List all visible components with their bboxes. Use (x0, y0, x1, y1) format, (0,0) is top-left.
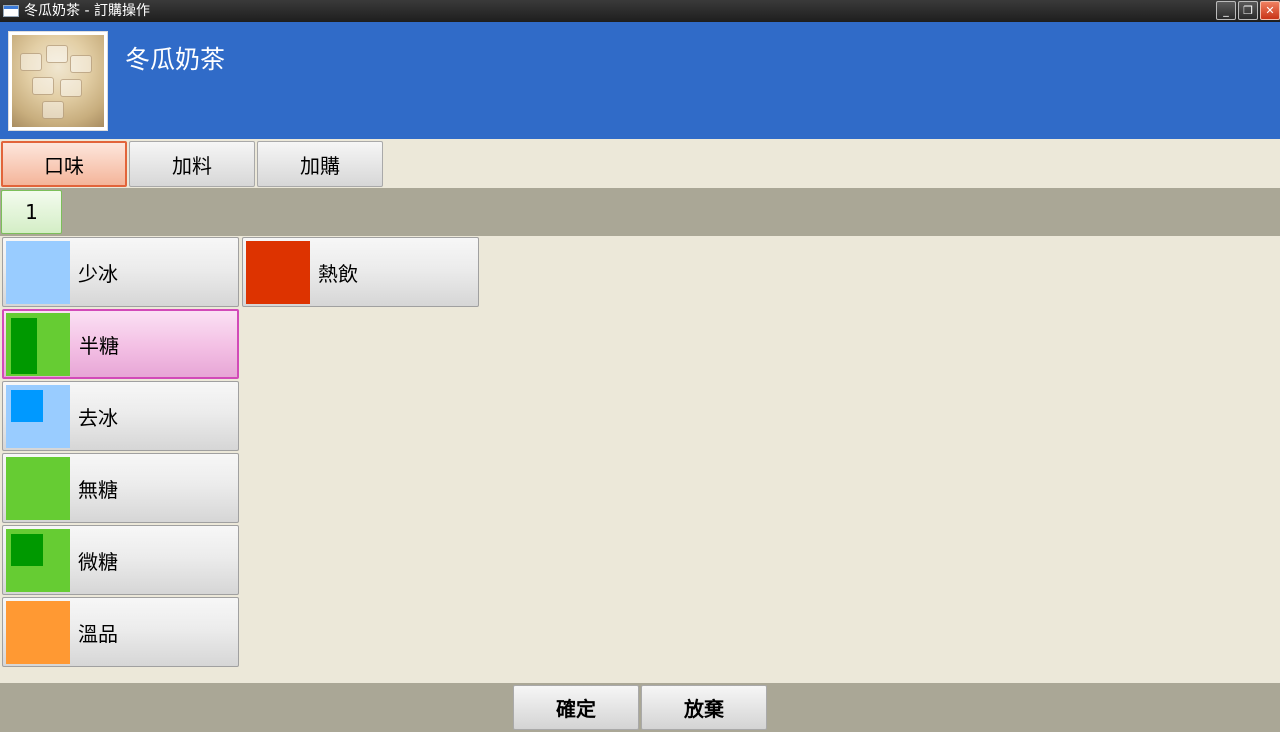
tab-toppings[interactable]: 加料 (129, 141, 255, 187)
confirm-button[interactable]: 確定 (513, 685, 639, 730)
color-swatch (6, 529, 70, 592)
product-image (8, 31, 108, 131)
action-bar: 確定 放棄 (0, 683, 1280, 732)
selection-mark (11, 318, 37, 374)
option-label: 無糖 (78, 477, 118, 502)
milk-tea-photo (12, 35, 104, 127)
option-no-sugar[interactable]: 無糖 (2, 453, 239, 523)
cancel-button[interactable]: 放棄 (641, 685, 767, 730)
option-half-sugar[interactable]: 半糖 (2, 309, 239, 379)
option-label: 半糖 (79, 333, 119, 358)
restore-button[interactable]: ❐ (1238, 1, 1258, 20)
color-swatch (6, 241, 70, 304)
option-light-sugar[interactable]: 微糖 (2, 525, 239, 595)
color-swatch (6, 385, 70, 448)
color-swatch (6, 313, 70, 376)
window-controls: _ ❐ ✕ (1216, 1, 1280, 20)
close-button[interactable]: ✕ (1260, 1, 1280, 20)
option-label: 熱飲 (318, 261, 358, 286)
minimize-button[interactable]: _ (1216, 1, 1236, 20)
option-no-ice[interactable]: 去冰 (2, 381, 239, 451)
color-swatch (6, 601, 70, 664)
tab-add-on[interactable]: 加購 (257, 141, 383, 187)
category-tabs: 口味 加料 加購 (0, 139, 1280, 188)
window-titlebar: 冬瓜奶茶 - 訂購操作 _ ❐ ✕ (0, 0, 1280, 22)
product-title: 冬瓜奶茶 (125, 45, 226, 74)
product-header: 冬瓜奶茶 (0, 22, 1280, 139)
tab-flavor[interactable]: 口味 (1, 141, 127, 187)
window-app-icon (3, 5, 19, 17)
option-label: 少冰 (78, 261, 118, 286)
option-label: 微糖 (78, 549, 118, 574)
window-title: 冬瓜奶茶 - 訂購操作 (24, 3, 150, 19)
color-swatch (246, 241, 310, 304)
pagination-bar: 1 (0, 188, 1280, 236)
color-swatch (6, 457, 70, 520)
option-warm[interactable]: 溫品 (2, 597, 239, 667)
option-hot-drink[interactable]: 熱飲 (242, 237, 479, 307)
option-less-ice[interactable]: 少冰 (2, 237, 239, 307)
option-label: 溫品 (78, 621, 118, 646)
selection-mark (11, 534, 43, 566)
selection-mark (11, 390, 43, 422)
page-button-1[interactable]: 1 (1, 190, 62, 234)
option-label: 去冰 (78, 405, 118, 430)
